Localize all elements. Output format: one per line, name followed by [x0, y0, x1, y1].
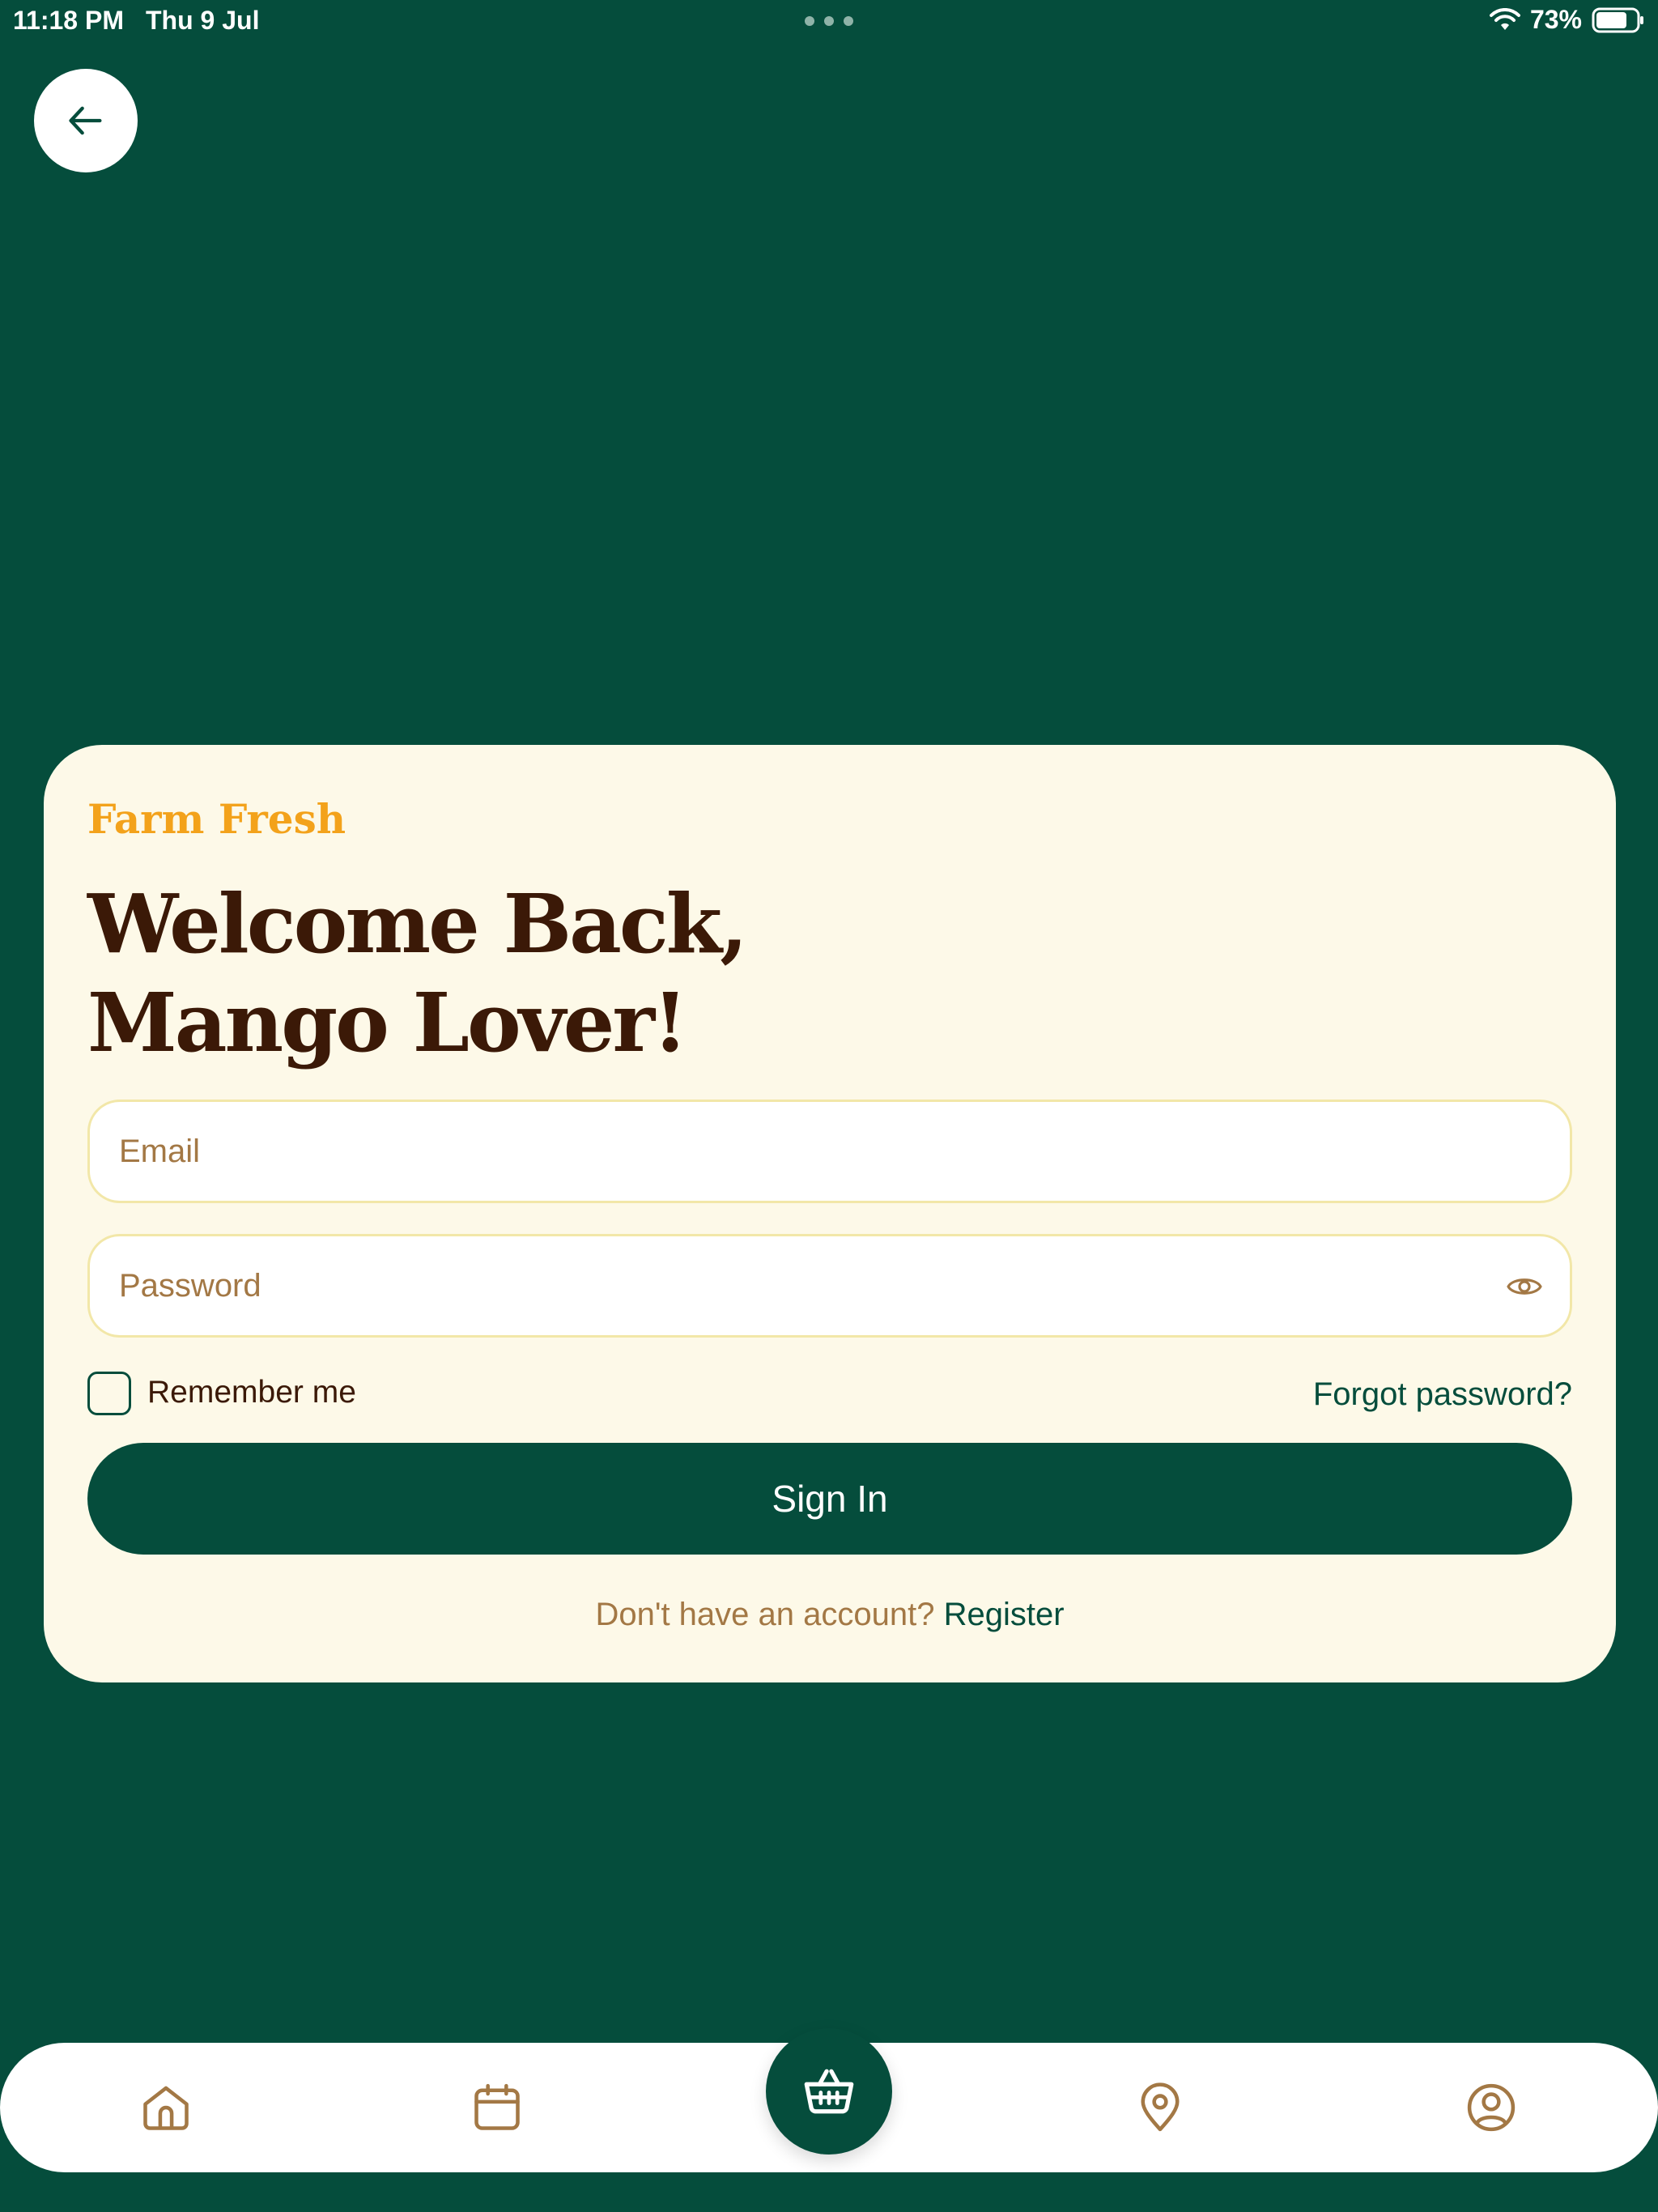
status-time: 11:18 PM	[13, 6, 124, 35]
status-date: Thu 9 Jul	[146, 6, 260, 35]
calendar-icon	[474, 2083, 520, 2130]
nav-calendar[interactable]	[470, 2080, 525, 2135]
register-row: Don't have an account? Register	[44, 1597, 1616, 1633]
eye-icon[interactable]	[1505, 1267, 1544, 1306]
sign-in-button[interactable]: Sign In	[87, 1443, 1572, 1555]
password-field-container	[87, 1234, 1572, 1338]
basket-icon	[804, 2069, 854, 2114]
email-input[interactable]	[119, 1102, 1495, 1201]
welcome-heading: Welcome Back, Mango Lover!	[87, 874, 1059, 1072]
status-indicators: 73%	[1489, 5, 1645, 35]
register-link[interactable]: Register	[944, 1597, 1065, 1632]
back-button[interactable]	[34, 69, 138, 172]
login-card: Farm Fresh Welcome Back, Mango Lover! Re…	[44, 745, 1616, 1682]
remember-checkbox[interactable]	[87, 1372, 131, 1415]
email-field-container	[87, 1100, 1572, 1203]
nav-location[interactable]	[1133, 2080, 1188, 2135]
remember-label[interactable]: Remember me	[147, 1375, 356, 1410]
password-input[interactable]	[119, 1236, 1495, 1335]
welcome-line-1: Welcome Back,	[87, 876, 748, 972]
battery-percent: 73%	[1529, 5, 1582, 34]
brand-name: Farm Fresh	[87, 795, 346, 843]
welcome-line-2: Mango Lover!	[87, 975, 688, 1070]
remember-row: Remember me Forgot password?	[87, 1368, 1572, 1417]
nav-profile[interactable]	[1464, 2080, 1519, 2135]
location-pin-icon	[1141, 2082, 1180, 2132]
forgot-password-link[interactable]: Forgot password?	[1313, 1376, 1572, 1413]
arrow-left-icon	[69, 106, 102, 135]
home-icon	[143, 2086, 189, 2130]
multitasking-dots-icon[interactable]	[805, 16, 853, 26]
nav-home[interactable]	[138, 2080, 193, 2135]
register-prompt: Don't have an account?	[595, 1597, 944, 1632]
status-bar: 11:18 PM Thu 9 Jul 73%	[0, 0, 1658, 40]
nav-basket-button[interactable]	[766, 2028, 892, 2155]
battery-icon	[1592, 7, 1643, 32]
profile-icon	[1467, 2083, 1516, 2132]
wifi-icon	[1489, 7, 1520, 30]
